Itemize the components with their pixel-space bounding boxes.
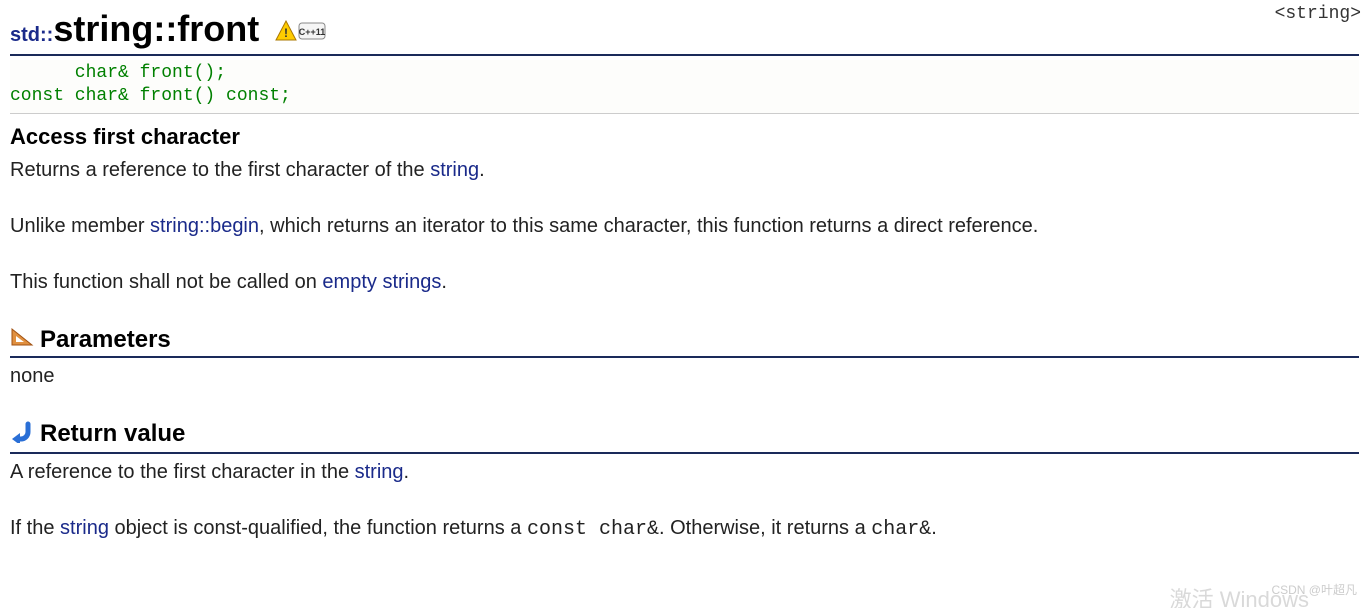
return-arrow-icon	[10, 421, 34, 450]
function-name: string::front	[53, 8, 259, 49]
return-description-1: A reference to the first character in th…	[10, 458, 1359, 486]
function-signature: char& front(); const char& front() const…	[10, 60, 1359, 114]
header-include[interactable]: <string>	[1275, 4, 1361, 24]
page-title: std::string::front ! C++11	[10, 8, 1359, 56]
parameters-body: none	[10, 362, 1359, 390]
windows-activation-watermark: 激活 Windows	[1170, 582, 1309, 608]
code-const-char-ref: const char&	[527, 518, 659, 541]
return-value-heading: Return value	[10, 420, 1359, 453]
empty-strings-link[interactable]: empty strings	[322, 271, 441, 293]
cpp11-badge: ! C++11	[275, 20, 327, 42]
svg-text:C++11: C++11	[299, 27, 326, 37]
triangle-ruler-icon	[10, 326, 34, 354]
namespace: std::	[10, 24, 53, 46]
string-link[interactable]: string	[430, 159, 479, 181]
csdn-watermark: CSDN @叶超凡	[1271, 581, 1357, 598]
summary-heading: Access first character	[10, 124, 1359, 150]
description-3: This function shall not be called on emp…	[10, 268, 1359, 296]
parameters-heading: Parameters	[10, 326, 1359, 359]
return-description-2: If the string object is const-qualified,…	[10, 514, 1359, 544]
string-link-3[interactable]: string	[60, 517, 109, 539]
svg-text:!: !	[284, 26, 288, 40]
string-link-2[interactable]: string	[355, 461, 404, 483]
description-1: Returns a reference to the first charact…	[10, 156, 1359, 184]
string-begin-link[interactable]: string::begin	[150, 215, 259, 237]
code-char-ref: char&	[871, 518, 931, 541]
description-2: Unlike member string::begin, which retur…	[10, 212, 1359, 240]
